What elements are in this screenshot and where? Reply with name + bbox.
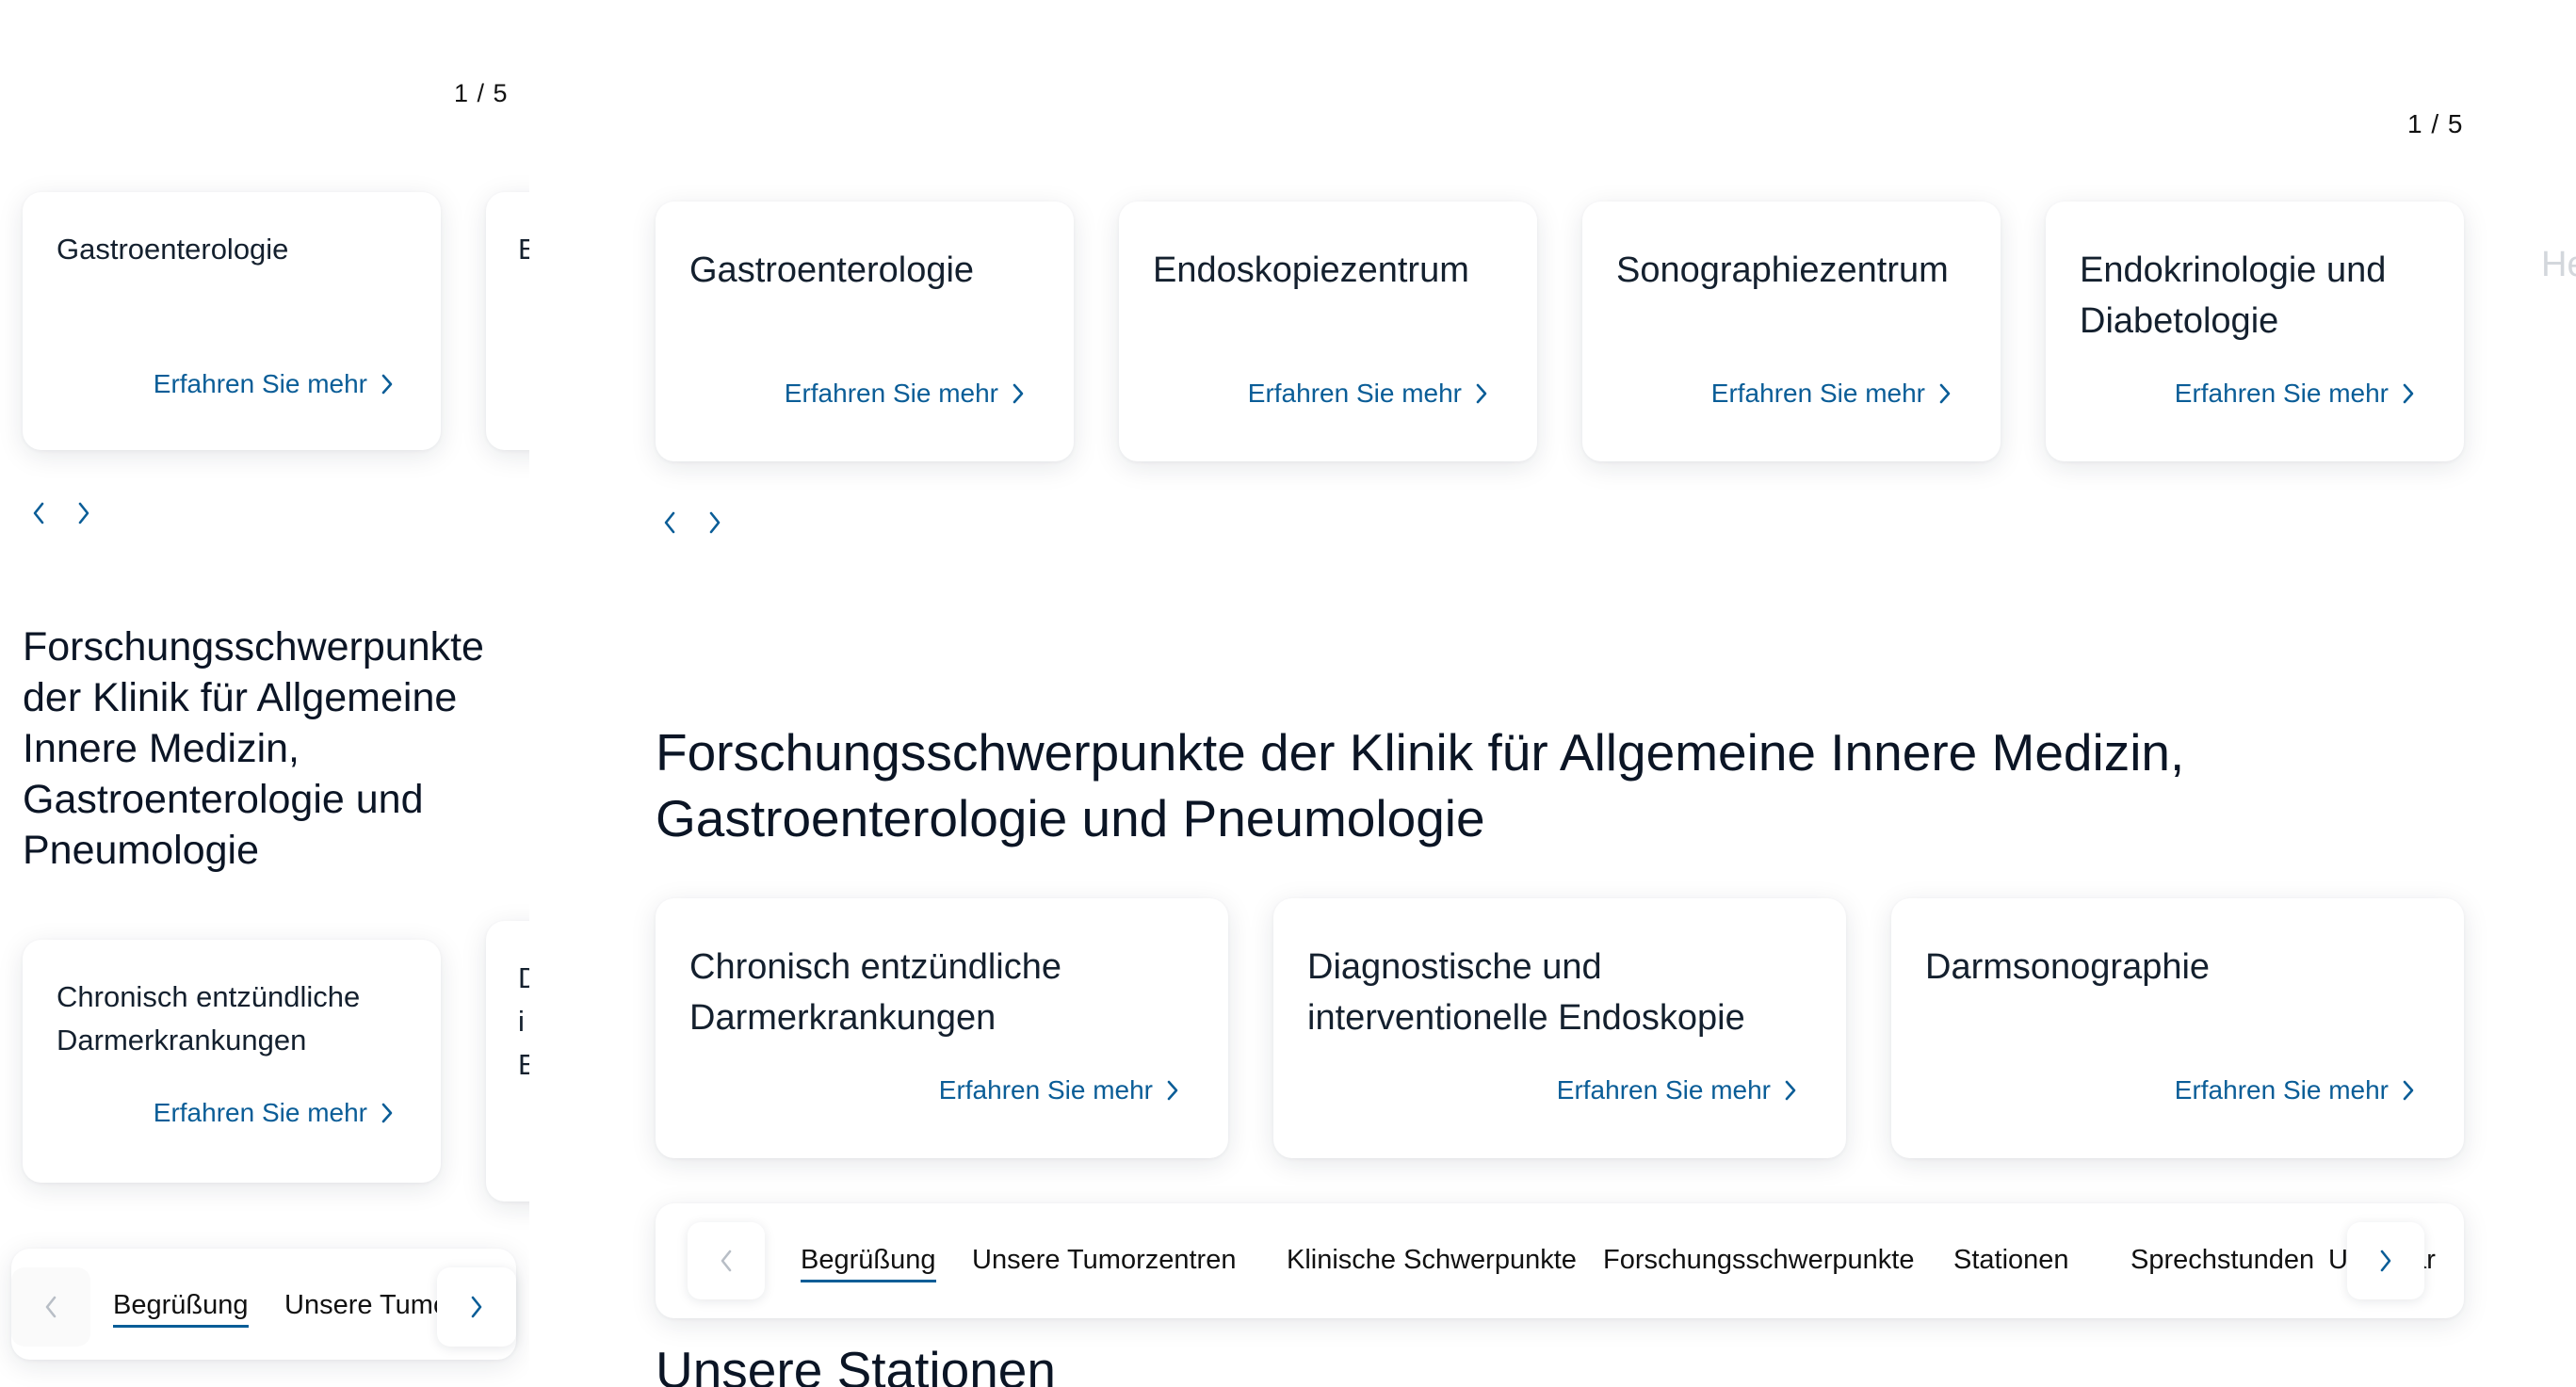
chevron-right-icon [78, 502, 89, 524]
tabs-next-button[interactable] [437, 1267, 516, 1347]
learn-more-link[interactable]: Erfahren Sie mehr [1248, 379, 1488, 409]
card-title-line: E [518, 1048, 529, 1081]
learn-more-label: Erfahren Sie mehr [1247, 379, 1462, 408]
learn-more-label: Erfahren Sie mehr [1556, 1075, 1771, 1105]
learn-more-label: Erfahren Sie mehr [938, 1075, 1153, 1105]
tab-partial[interactable]: U [2328, 1245, 2348, 1276]
mobile-view: 1 / 5 Gastroenterologie Erfahren Sie meh… [0, 0, 529, 1387]
section-heading: Forschungsschwerpunkte der Klinik für Al… [23, 624, 484, 873]
research-card[interactable]: Darmsonographie Erfahren Sie mehr [1891, 898, 2464, 1158]
section-tab-bar: Begrüßung Unsere Tumorzentren Klinische … [656, 1203, 2464, 1318]
tab-sprechstunden[interactable]: Sprechstunden [2130, 1245, 2314, 1276]
tab-begruessung[interactable]: Begrüßung [801, 1245, 936, 1282]
service-card[interactable]: E [486, 192, 529, 450]
chevron-right-icon [709, 511, 721, 534]
chevron-right-icon [2380, 1250, 2391, 1272]
learn-more-label: Erfahren Sie mehr [1710, 379, 1925, 408]
chevron-right-icon [1475, 382, 1488, 405]
card-title: E [518, 233, 529, 266]
learn-more-label: Erfahren Sie mehr [153, 1098, 367, 1127]
tabs-prev-button[interactable] [11, 1267, 90, 1347]
card-title: Darmsonographie [1925, 947, 2211, 987]
carousel-next-button[interactable] [697, 505, 733, 540]
card-title: Chronisch entzündliche Darmerkrankungen [689, 947, 1062, 1038]
learn-more-link[interactable]: Erfahren Sie mehr [939, 1075, 1179, 1105]
learn-more-link[interactable]: Erfahren Sie mehr [2175, 1075, 2415, 1105]
carousel-prev-button[interactable] [21, 495, 57, 531]
learn-more-link[interactable]: Erfahren Sie mehr [154, 1098, 394, 1128]
chevron-right-icon [1012, 382, 1025, 405]
service-card[interactable]: Endokrinologie und Diabetologie Erfahren… [2046, 202, 2464, 461]
card-title: Gastroenterologie [57, 233, 289, 266]
learn-more-label: Erfahren Sie mehr [2174, 379, 2389, 408]
chevron-left-icon [721, 1250, 732, 1272]
learn-more-link[interactable]: Erfahren Sie mehr [1711, 379, 1952, 409]
tab-forschungsschwerpunkte[interactable]: Forschungsschwerpunkte [1603, 1245, 1914, 1276]
learn-more-label: Erfahren Sie mehr [153, 369, 367, 398]
card-title-line: i [518, 1005, 525, 1038]
tab-stationen[interactable]: Stationen [1953, 1245, 2069, 1276]
research-card[interactable]: D i E [486, 921, 529, 1202]
carousel-next-button[interactable] [66, 495, 102, 531]
card-title: Endokrinologie und Diabetologie [2080, 250, 2387, 341]
learn-more-link[interactable]: Erfahren Sie mehr [785, 379, 1025, 409]
chevron-right-icon [471, 1296, 482, 1318]
desktop-view: 1 / 5 Gastroenterologie Erfahren Sie meh… [529, 0, 2576, 1387]
learn-more-label: Erfahren Sie mehr [2174, 1075, 2389, 1105]
research-card[interactable]: Diagnostische und interventionelle Endos… [1273, 898, 1846, 1158]
service-card[interactable]: Sonographiezentrum Erfahren Sie mehr [1582, 202, 2001, 461]
research-card[interactable]: Chronisch entzündliche Darmerkrankungen … [656, 898, 1228, 1158]
carousel-prev-button[interactable] [652, 505, 688, 540]
tab-begruessung[interactable]: Begrüßung [113, 1290, 249, 1328]
service-card[interactable]: Gastroenterologie Erfahren Sie mehr [23, 192, 441, 450]
learn-more-link[interactable]: Erfahren Sie mehr [1557, 1075, 1797, 1105]
carousel-counter: 1 / 5 [2407, 109, 2464, 138]
learn-more-link[interactable]: Erfahren Sie mehr [2175, 379, 2415, 409]
card-title: Sonographiezentrum [1616, 250, 1949, 290]
chevron-left-icon [33, 502, 44, 524]
learn-more-link[interactable]: Erfahren Sie mehr [154, 369, 394, 399]
card-title: Gastroenterologie [689, 250, 975, 290]
chevron-right-icon [381, 1102, 394, 1124]
chevron-right-icon [1166, 1079, 1179, 1102]
chevron-left-icon [664, 511, 675, 534]
tab-tumorzentren[interactable]: Unsere Tumorzentren [972, 1245, 1236, 1276]
chevron-right-icon [2402, 1079, 2415, 1102]
section-heading: Forschungsschwerpunkte der Klinik für Al… [656, 723, 2185, 847]
card-title-line: D [518, 961, 529, 994]
card-title: Diagnostische und interventionelle Endos… [1307, 947, 1745, 1038]
tab-tumorzentren[interactable]: Unsere Tumc [284, 1290, 446, 1321]
tab-klinische-schwerpunkte[interactable]: Klinische Schwerpunkte [1287, 1245, 1577, 1276]
learn-more-label: Erfahren Sie mehr [784, 379, 998, 408]
chevron-right-icon [2402, 382, 2415, 405]
next-card-peek: He [2541, 245, 2576, 284]
tabs-prev-button[interactable] [688, 1222, 765, 1299]
carousel-counter: 1 / 5 [454, 79, 509, 107]
card-title: Chronisch entzündliche Darmerkrankungen [57, 980, 361, 1056]
chevron-left-icon [45, 1296, 57, 1318]
service-card[interactable]: Gastroenterologie Erfahren Sie mehr [656, 202, 1074, 461]
chevron-right-icon [1784, 1079, 1797, 1102]
research-card[interactable]: Chronisch entzündliche Darmerkrankungen … [23, 940, 441, 1183]
section-heading-stationen: Unsere Stationen [656, 1341, 1056, 1387]
service-card[interactable]: Endoskopiezentrum Erfahren Sie mehr [1119, 202, 1537, 461]
card-title: Endoskopiezentrum [1153, 250, 1469, 290]
chevron-right-icon [1938, 382, 1952, 405]
tabs-next-button[interactable] [2347, 1222, 2424, 1299]
chevron-right-icon [381, 373, 394, 395]
